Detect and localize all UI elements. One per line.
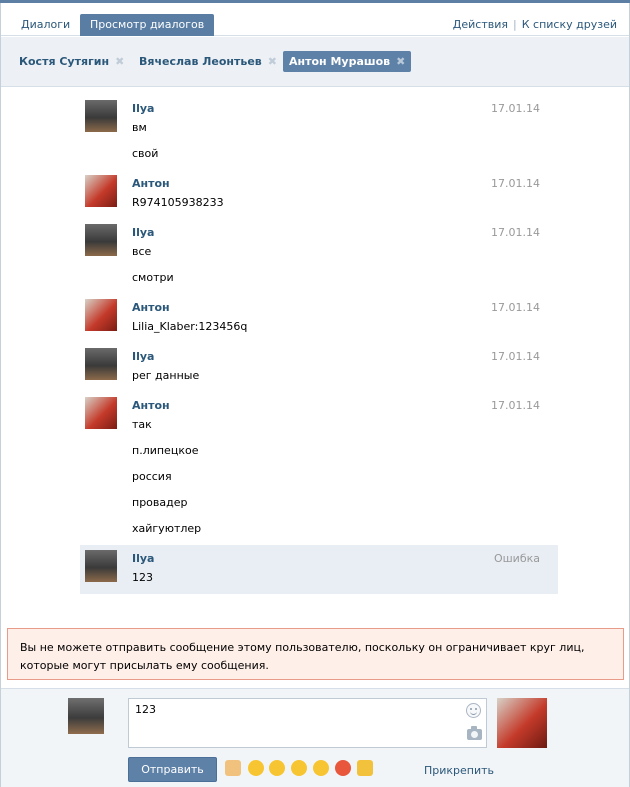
message-author[interactable]: Антон	[132, 399, 170, 412]
chat-tab-label: Вячеслав Леонтьев	[139, 55, 262, 68]
smile-icon[interactable]	[466, 703, 481, 718]
message-avatar[interactable]	[85, 550, 117, 582]
my-avatar[interactable]	[68, 698, 104, 734]
laughing-emoji-icon[interactable]	[248, 760, 264, 776]
close-icon[interactable]: ✖	[396, 55, 405, 68]
message-date: 17.01.14	[491, 226, 540, 239]
message-text: вм	[132, 121, 147, 134]
message-text: рег данные	[132, 369, 200, 382]
message-row[interactable]: Ilya Ошибка 123	[80, 545, 558, 594]
message-text: п.липецкое	[132, 444, 199, 457]
message-text: 123	[132, 571, 153, 584]
message-error-status: Ошибка	[493, 552, 540, 565]
chat-tab[interactable]: Костя Сутягин ✖	[13, 51, 130, 72]
tab-view-dialogs[interactable]: Просмотр диалогов	[80, 14, 215, 36]
message-body: вм свой	[132, 120, 158, 172]
message-text: провадер	[132, 496, 188, 509]
message-avatar[interactable]	[85, 348, 117, 380]
message-text: R974105938233	[132, 196, 224, 209]
message-text: так	[132, 418, 152, 431]
attach-link[interactable]: Прикрепить	[424, 764, 494, 777]
message-date: 17.01.14	[491, 350, 540, 363]
thumbs-up-emoji-icon[interactable]	[225, 760, 241, 776]
message-date: 17.01.14	[491, 399, 540, 412]
message-author[interactable]: Ilya	[132, 552, 154, 565]
message-avatar[interactable]	[85, 224, 117, 256]
tab-dialogs[interactable]: Диалоги	[11, 14, 80, 36]
error-notice: Вы не можете отправить сообщение этому п…	[7, 628, 624, 680]
message-author[interactable]: Антон	[132, 301, 170, 314]
message-avatar[interactable]	[85, 299, 117, 331]
top-tab-bar: Диалоги Просмотр диалогов Действия | К спи…	[1, 3, 629, 36]
message-text: хайгуютлер	[132, 522, 202, 535]
header-actions: Действия | К списку друзей	[453, 14, 617, 36]
neutral-emoji-icon[interactable]	[269, 760, 285, 776]
message-row[interactable]: Ilya 17.01.14 все смотри	[80, 219, 558, 294]
message-list: Ilya 17.01.14 вм свой Антон 17.01.14 R97410593…	[80, 95, 558, 594]
message-body: R974105938233	[132, 195, 224, 221]
message-author[interactable]: Антон	[132, 177, 170, 190]
message-date: 17.01.14	[491, 177, 540, 190]
message-body: рег данные	[132, 368, 199, 394]
compose-area: 123 Отправить Прикрепить	[1, 689, 629, 787]
chat-tab-label: Антон Мурашов	[289, 55, 391, 68]
message-avatar[interactable]	[85, 100, 117, 132]
message-row[interactable]: Ilya 17.01.14 рег данные	[80, 343, 558, 392]
chat-tab-active[interactable]: Антон Мурашов ✖	[283, 51, 412, 72]
message-body: 123	[132, 570, 153, 596]
message-text: свой	[132, 147, 159, 160]
peach-emoji-icon[interactable]	[335, 760, 351, 776]
message-author[interactable]: Ilya	[132, 350, 154, 363]
message-text: Lilia_Klaber:123456q	[132, 320, 248, 333]
close-icon[interactable]: ✖	[115, 55, 124, 68]
chat-tabs: Костя Сутягин ✖ Вячеслав Леонтьев ✖ Антон …	[1, 37, 629, 87]
message-author[interactable]: Ilya	[132, 226, 154, 239]
actions-separator: |	[513, 18, 517, 31]
friends-list-link[interactable]: К списку друзей	[522, 18, 617, 31]
message-text: россия	[132, 470, 172, 483]
message-text: смотри	[132, 271, 174, 284]
chat-tab[interactable]: Вячеслав Леонтьев ✖	[133, 51, 283, 72]
send-button[interactable]: Отправить	[128, 757, 217, 782]
peer-avatar[interactable]	[497, 698, 547, 748]
message-body: Lilia_Klaber:123456q	[132, 319, 247, 345]
wink-emoji-icon[interactable]	[313, 760, 329, 776]
message-row[interactable]: Антон 17.01.14 R974105938233	[80, 170, 558, 219]
close-icon[interactable]: ✖	[268, 55, 277, 68]
message-avatar[interactable]	[85, 397, 117, 429]
camera-icon[interactable]	[467, 726, 482, 740]
message-row[interactable]: Антон 17.01.14 Lilia_Klaber:123456q	[80, 294, 558, 343]
chat-tab-label: Костя Сутягин	[19, 55, 110, 68]
message-avatar[interactable]	[85, 175, 117, 207]
message-text: все	[132, 245, 152, 258]
message-body: все смотри	[132, 244, 174, 296]
hand-emoji-icon[interactable]	[357, 760, 373, 776]
actions-link[interactable]: Действия	[453, 18, 508, 31]
message-row[interactable]: Антон 17.01.14 так п.липецкое россия провадер…	[80, 392, 558, 545]
message-body: так п.липецкое россия провадер хайгуютлер	[132, 417, 201, 547]
message-date: 17.01.14	[491, 102, 540, 115]
blushing-emoji-icon[interactable]	[291, 760, 307, 776]
message-row[interactable]: Ilya 17.01.14 вм свой	[80, 95, 558, 170]
message-author[interactable]: Ilya	[132, 102, 154, 115]
message-date: 17.01.14	[491, 301, 540, 314]
message-input[interactable]: 123	[128, 698, 487, 748]
